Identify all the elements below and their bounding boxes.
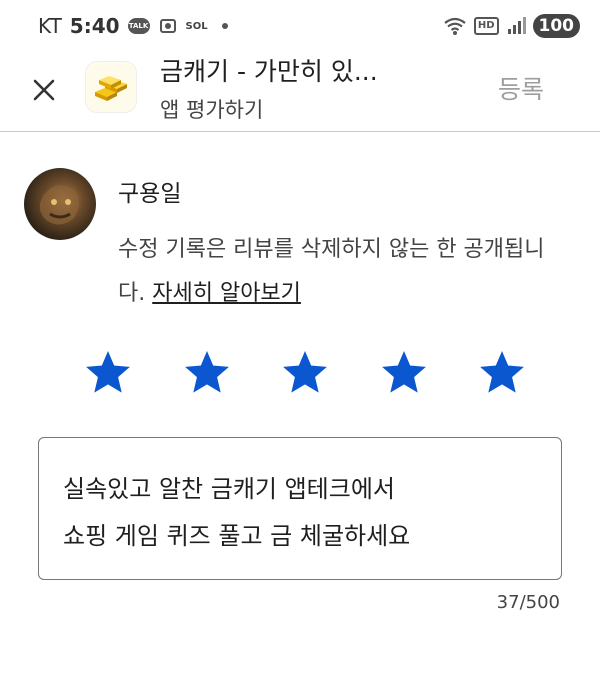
screenshot-icon: [158, 16, 178, 36]
battery-indicator: 100: [532, 14, 580, 38]
status-bar: KT 5:40 TALK SOL HD 100: [0, 0, 600, 52]
status-right: HD 100: [443, 14, 580, 38]
close-button[interactable]: [24, 70, 64, 110]
character-counter: 37/500: [496, 592, 560, 613]
notification-dot-icon: [221, 23, 228, 29]
reviewer-name: 구용일: [118, 181, 182, 207]
wifi-icon: [443, 16, 467, 36]
review-text-field[interactable]: 실속있고 알찬 금캐기 앱테크에서 쇼핑 게임 퀴즈 풀고 금 체굴하세요: [38, 437, 562, 580]
review-text-line-1: 실속있고 알찬 금캐기 앱테크에서: [63, 475, 396, 503]
register-button[interactable]: 등록: [498, 70, 544, 106]
star-icon[interactable]: [184, 350, 230, 396]
gold-bars-icon: [95, 76, 127, 101]
star-icon[interactable]: [282, 350, 328, 396]
kakaotalk-icon: TALK: [127, 18, 150, 34]
edit-history-notice: 수정 기록은 리뷰를 삭제하지 않는 한 공개됩니다. 자세히 알아보기: [118, 228, 558, 316]
page-subtitle: 앱 평가하기: [160, 98, 264, 122]
close-icon: [33, 79, 55, 101]
status-left: KT 5:40 TALK SOL: [38, 14, 228, 38]
app-title: 금캐기 - 가만히 있...: [160, 57, 378, 86]
star-icon[interactable]: [85, 350, 131, 396]
star-icon[interactable]: [381, 350, 427, 396]
star-rating: [85, 350, 525, 400]
star-icon[interactable]: [479, 350, 525, 396]
review-header: 금캐기 - 가만히 있... 앱 평가하기 등록: [0, 52, 600, 132]
sol-bank-icon: SOL: [185, 20, 208, 32]
review-text-line-2: 쇼핑 게임 퀴즈 풀고 금 체굴하세요: [63, 522, 411, 550]
carrier-label: KT: [38, 14, 62, 38]
learn-more-link[interactable]: 자세히 알아보기: [152, 281, 301, 306]
app-icon: [85, 61, 137, 113]
avatar: [24, 168, 96, 240]
clock: 5:40: [69, 14, 120, 38]
hd-voice-icon: HD: [473, 17, 499, 35]
signal-icon: [506, 16, 526, 36]
